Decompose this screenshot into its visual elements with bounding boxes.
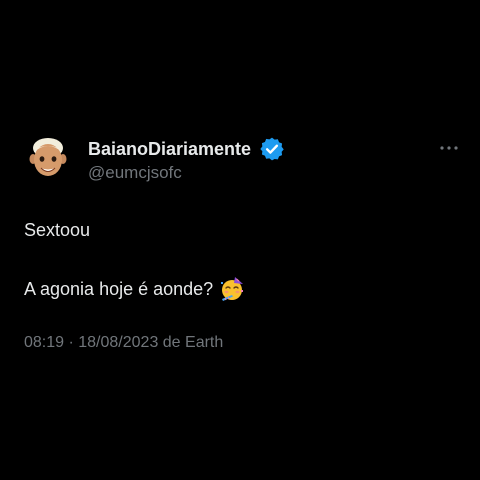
name-row: BaianoDiariamente <box>88 136 285 162</box>
more-options-button[interactable] <box>438 140 460 156</box>
verified-badge-icon[interactable] <box>259 136 285 162</box>
user-handle[interactable]: @eumcjsofc <box>88 163 285 183</box>
tweet-card: BaianoDiariamente @eumcjsofc Sextoou A a… <box>0 0 480 480</box>
tweet-timestamp[interactable]: 08:19 · 18/08/2023 de Earth <box>24 334 223 352</box>
memoji-avatar-icon <box>29 138 67 176</box>
display-name[interactable]: BaianoDiariamente <box>88 139 251 160</box>
more-options-icon <box>440 146 458 150</box>
tweet-text-line-1: Sextoou <box>24 220 91 240</box>
tweet-text-line-2: A agonia hoje é aonde? <box>24 278 214 299</box>
tweet-text-line-2-row: A agonia hoje é aonde? <box>24 276 245 302</box>
author-block: BaianoDiariamente @eumcjsofc <box>88 136 285 183</box>
avatar[interactable] <box>28 136 68 180</box>
partying-face-icon <box>219 276 245 302</box>
